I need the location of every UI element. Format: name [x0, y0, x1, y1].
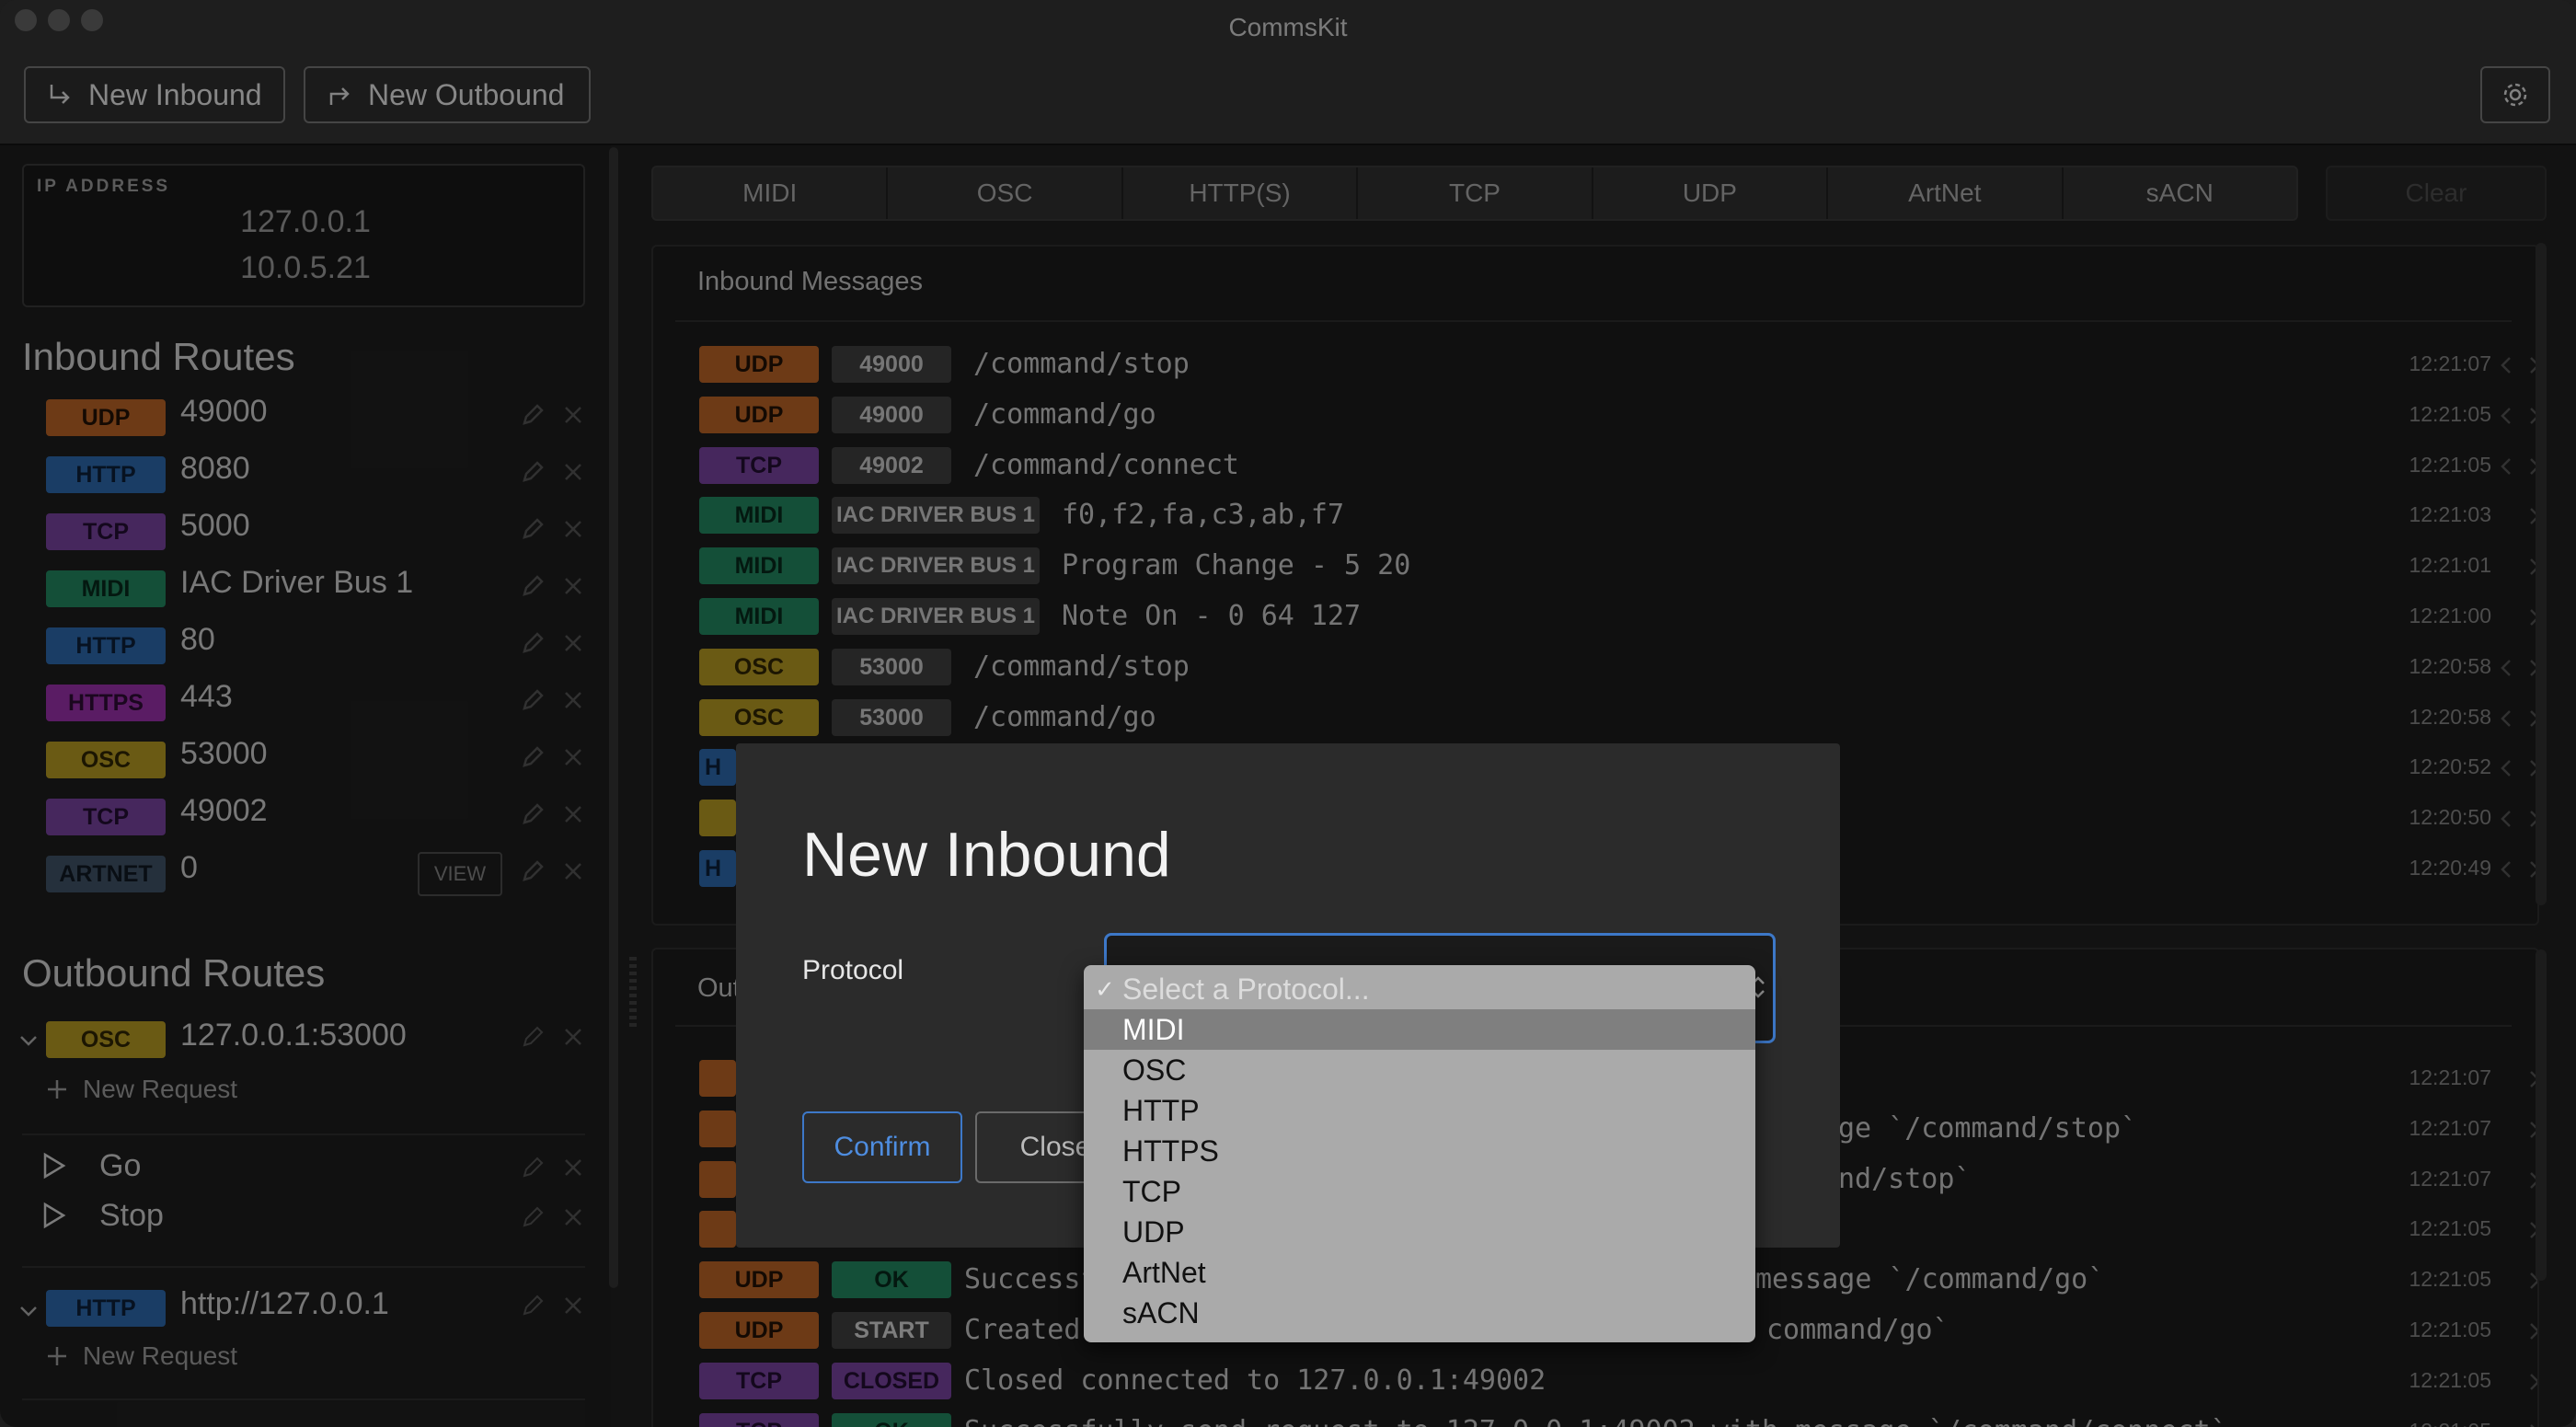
modal-title: New Inbound [802, 820, 1171, 890]
dropdown-option-udp[interactable]: UDP [1084, 1212, 1755, 1252]
dropdown-option-https[interactable]: HTTPS [1084, 1131, 1755, 1171]
dropdown-option-tcp[interactable]: TCP [1084, 1171, 1755, 1212]
dropdown-option-artnet[interactable]: ArtNet [1084, 1252, 1755, 1293]
confirm-button[interactable]: Confirm [802, 1111, 962, 1183]
dropdown-option-osc[interactable]: OSC [1084, 1050, 1755, 1090]
protocol-dropdown: ✓ Select a Protocol... MIDI OSC HTTP HTTPS T… [1084, 965, 1755, 1342]
app-window: CommsKit New Inbound New Outbound IP ADD… [0, 0, 2576, 1427]
dropdown-option-sacn[interactable]: sACN [1084, 1293, 1755, 1333]
dropdown-placeholder-label: Select a Protocol... [1122, 972, 1370, 1006]
protocol-label: Protocol [802, 955, 904, 985]
dropdown-option-midi[interactable]: MIDI [1084, 1009, 1755, 1050]
dropdown-option-http[interactable]: HTTP [1084, 1090, 1755, 1131]
dropdown-option-placeholder[interactable]: ✓ Select a Protocol... [1084, 969, 1755, 1009]
checkmark-icon: ✓ [1095, 975, 1115, 1003]
